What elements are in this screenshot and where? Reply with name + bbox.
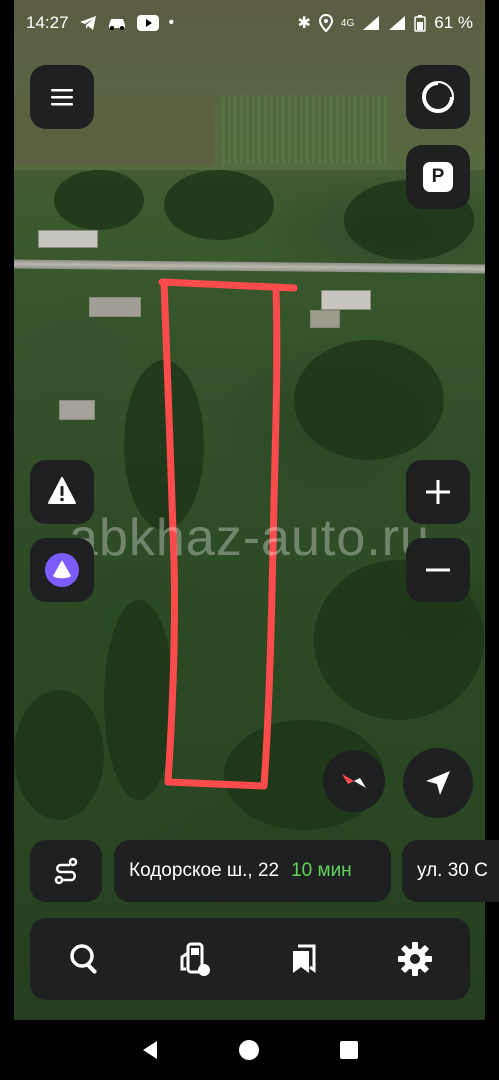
gas-station-icon — [180, 942, 210, 976]
road-event-button[interactable] — [30, 460, 94, 524]
back-icon[interactable] — [139, 1039, 161, 1061]
bluetooth-icon: ✱ — [297, 15, 311, 32]
menu-button[interactable] — [30, 65, 94, 129]
battery-icon — [414, 15, 426, 32]
route-suggestion[interactable]: ул. 30 С — [402, 840, 499, 902]
road-event-icon — [48, 477, 76, 504]
status-bar: 14:27 • ✱ 4G 61 % — [0, 0, 499, 46]
alice-assistant-button[interactable] — [30, 538, 94, 602]
route-button[interactable] — [30, 840, 102, 902]
system-nav-bar — [0, 1020, 499, 1080]
zoom-in-button[interactable] — [406, 460, 470, 524]
compass-icon — [342, 774, 366, 788]
notification-dot-icon: • — [168, 14, 175, 31]
navigation-arrow-icon — [426, 771, 450, 795]
youtube-icon — [136, 15, 159, 31]
bookmarks-button[interactable] — [275, 929, 335, 989]
battery-level: 61 % — [434, 13, 473, 32]
route-suggestion[interactable]: Кодорское ш., 22 10 мин — [114, 840, 391, 902]
gas-station-button[interactable] — [165, 929, 225, 989]
car-icon — [108, 19, 125, 30]
parking-icon: P — [423, 162, 453, 192]
search-button[interactable] — [55, 929, 115, 989]
bookmarks-icon — [293, 944, 316, 973]
layers-button[interactable] — [406, 65, 470, 129]
location-icon — [318, 14, 333, 32]
zoom-out-button[interactable] — [406, 538, 470, 602]
search-icon — [70, 944, 97, 974]
minus-icon — [426, 568, 450, 572]
network-type: 4G — [340, 17, 355, 29]
menu-icon — [51, 89, 73, 106]
bottom-toolbar — [30, 918, 470, 1000]
telegram-icon — [79, 16, 96, 30]
route-suggestion-address: ул. 30 С — [417, 860, 488, 881]
compass-button[interactable] — [323, 750, 385, 812]
parking-button[interactable]: P — [406, 145, 470, 209]
alice-assistant-icon — [45, 553, 79, 587]
home-icon[interactable] — [238, 1039, 260, 1061]
layers-icon — [422, 81, 454, 113]
settings-button[interactable] — [385, 929, 445, 989]
route-suggestion-address: Кодорское ш., 22 — [129, 860, 280, 881]
recents-icon[interactable] — [338, 1039, 360, 1061]
signal-icon — [389, 16, 406, 30]
my-location-button[interactable] — [403, 748, 473, 818]
route-icon — [54, 857, 78, 885]
status-time: 14:27 — [26, 13, 69, 32]
route-suggestion-eta: 10 мин — [291, 860, 352, 881]
signal-icon — [363, 16, 380, 30]
gear-icon — [398, 942, 432, 976]
plus-icon — [426, 480, 450, 504]
